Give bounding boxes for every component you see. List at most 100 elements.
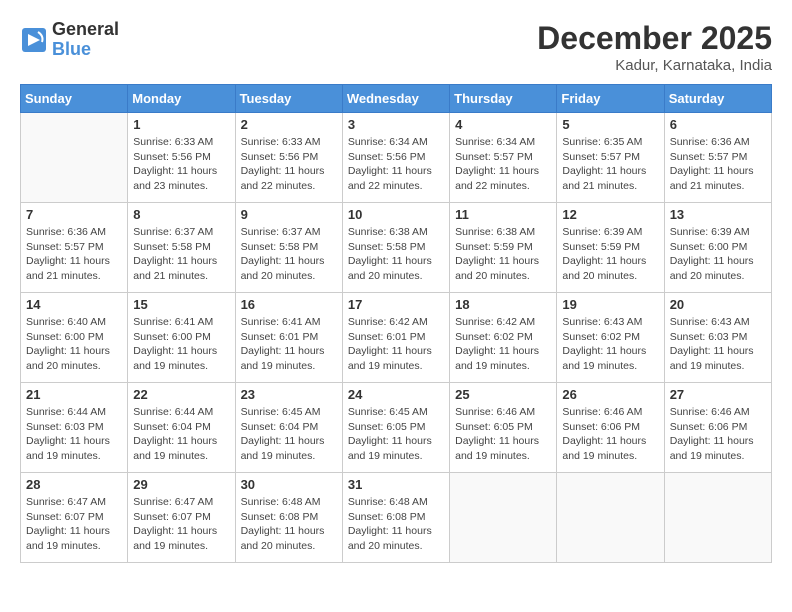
day-cell: 14 Sunrise: 6:40 AM Sunset: 6:00 PM Dayli…: [21, 293, 128, 383]
day-number: 7: [26, 207, 122, 222]
day-info: Sunrise: 6:43 AM Sunset: 6:03 PM Dayligh…: [670, 315, 766, 374]
day-info: Sunrise: 6:48 AM Sunset: 6:08 PM Dayligh…: [241, 495, 337, 554]
calendar-table: SundayMondayTuesdayWednesdayThursdayFrid…: [20, 84, 772, 563]
day-cell: 12 Sunrise: 6:39 AM Sunset: 5:59 PM Dayli…: [557, 203, 664, 293]
weekday-header-saturday: Saturday: [664, 85, 771, 113]
location: Kadur, Karnataka, India: [537, 57, 772, 74]
day-number: 23: [241, 387, 337, 402]
day-info: Sunrise: 6:38 AM Sunset: 5:58 PM Dayligh…: [348, 225, 444, 284]
day-info: Sunrise: 6:48 AM Sunset: 6:08 PM Dayligh…: [348, 495, 444, 554]
day-info: Sunrise: 6:35 AM Sunset: 5:57 PM Dayligh…: [562, 135, 658, 194]
day-cell: 2 Sunrise: 6:33 AM Sunset: 5:56 PM Daylig…: [235, 113, 342, 203]
day-cell: 15Sunrise: 6:41 AM Sunset: 6:00 PM Dayli…: [128, 293, 235, 383]
day-number: 1: [133, 117, 229, 132]
day-cell: 4 Sunrise: 6:34 AM Sunset: 5:57 PM Daylig…: [450, 113, 557, 203]
day-info: Sunrise: 6:42 AM Sunset: 6:01 PM Dayligh…: [348, 315, 444, 374]
day-cell: 7 Sunrise: 6:36 AM Sunset: 5:57 PM Daylig…: [21, 203, 128, 293]
day-cell: 1Sunrise: 6:33 AM Sunset: 5:56 PM Daylig…: [128, 113, 235, 203]
weekday-header-thursday: Thursday: [450, 85, 557, 113]
day-cell: 11 Sunrise: 6:38 AM Sunset: 5:59 PM Dayli…: [450, 203, 557, 293]
day-info: Sunrise: 6:36 AM Sunset: 5:57 PM Dayligh…: [670, 135, 766, 194]
day-number: 28: [26, 477, 122, 492]
day-cell: 23 Sunrise: 6:45 AM Sunset: 6:04 PM Dayli…: [235, 383, 342, 473]
day-info: Sunrise: 6:45 AM Sunset: 6:04 PM Dayligh…: [241, 405, 337, 464]
week-row-2: 7 Sunrise: 6:36 AM Sunset: 5:57 PM Daylig…: [21, 203, 772, 293]
day-number: 19: [562, 297, 658, 312]
day-cell: 13 Sunrise: 6:39 AM Sunset: 6:00 PM Dayli…: [664, 203, 771, 293]
week-row-4: 21Sunrise: 6:44 AM Sunset: 6:03 PM Dayli…: [21, 383, 772, 473]
day-cell: 29 Sunrise: 6:47 AM Sunset: 6:07 PM Dayli…: [128, 473, 235, 563]
day-number: 11: [455, 207, 551, 222]
page-header: General Blue December 2025 Kadur, Karnat…: [20, 20, 772, 74]
day-cell: 5 Sunrise: 6:35 AM Sunset: 5:57 PM Daylig…: [557, 113, 664, 203]
weekday-header-sunday: Sunday: [21, 85, 128, 113]
day-info: Sunrise: 6:33 AM Sunset: 5:56 PM Dayligh…: [241, 135, 337, 194]
day-cell: 16 Sunrise: 6:41 AM Sunset: 6:01 PM Dayli…: [235, 293, 342, 383]
day-number: 10: [348, 207, 444, 222]
day-cell: 8Sunrise: 6:37 AM Sunset: 5:58 PM Daylig…: [128, 203, 235, 293]
day-info: Sunrise: 6:38 AM Sunset: 5:59 PM Dayligh…: [455, 225, 551, 284]
weekday-header-tuesday: Tuesday: [235, 85, 342, 113]
day-info: Sunrise: 6:44 AM Sunset: 6:04 PM Dayligh…: [133, 405, 229, 464]
day-number: 12: [562, 207, 658, 222]
day-number: 29: [133, 477, 229, 492]
day-info: Sunrise: 6:45 AM Sunset: 6:05 PM Dayligh…: [348, 405, 444, 464]
day-cell: [21, 113, 128, 203]
weekday-header-wednesday: Wednesday: [342, 85, 449, 113]
day-info: Sunrise: 6:40 AM Sunset: 6:00 PM Dayligh…: [26, 315, 122, 374]
day-number: 18: [455, 297, 551, 312]
day-info: Sunrise: 6:39 AM Sunset: 6:00 PM Dayligh…: [670, 225, 766, 284]
logo-text: General Blue: [52, 20, 119, 60]
logo: General Blue: [20, 20, 119, 60]
day-cell: 22 Sunrise: 6:44 AM Sunset: 6:04 PM Dayli…: [128, 383, 235, 473]
day-number: 27: [670, 387, 766, 402]
day-info: Sunrise: 6:44 AM Sunset: 6:03 PM Dayligh…: [26, 405, 122, 464]
month-title: December 2025: [537, 20, 772, 57]
day-cell: 24 Sunrise: 6:45 AM Sunset: 6:05 PM Dayli…: [342, 383, 449, 473]
day-info: Sunrise: 6:39 AM Sunset: 5:59 PM Dayligh…: [562, 225, 658, 284]
day-info: Sunrise: 6:34 AM Sunset: 5:57 PM Dayligh…: [455, 135, 551, 194]
day-number: 30: [241, 477, 337, 492]
day-info: Sunrise: 6:36 AM Sunset: 5:57 PM Dayligh…: [26, 225, 122, 284]
day-number: 6: [670, 117, 766, 132]
title-block: December 2025 Kadur, Karnataka, India: [537, 20, 772, 74]
day-number: 31: [348, 477, 444, 492]
day-number: 2: [241, 117, 337, 132]
day-cell: 31 Sunrise: 6:48 AM Sunset: 6:08 PM Dayli…: [342, 473, 449, 563]
day-cell: 20 Sunrise: 6:43 AM Sunset: 6:03 PM Dayli…: [664, 293, 771, 383]
day-info: Sunrise: 6:46 AM Sunset: 6:06 PM Dayligh…: [670, 405, 766, 464]
day-number: 3: [348, 117, 444, 132]
day-cell: 19Sunrise: 6:43 AM Sunset: 6:02 PM Dayli…: [557, 293, 664, 383]
day-number: 26: [562, 387, 658, 402]
day-cell: 3Sunrise: 6:34 AM Sunset: 5:56 PM Daylig…: [342, 113, 449, 203]
day-cell: 9Sunrise: 6:37 AM Sunset: 5:58 PM Daylig…: [235, 203, 342, 293]
day-number: 24: [348, 387, 444, 402]
day-number: 25: [455, 387, 551, 402]
day-number: 16: [241, 297, 337, 312]
week-row-3: 14 Sunrise: 6:40 AM Sunset: 6:00 PM Dayli…: [21, 293, 772, 383]
day-number: 17: [348, 297, 444, 312]
day-number: 20: [670, 297, 766, 312]
day-cell: 6 Sunrise: 6:36 AM Sunset: 5:57 PM Daylig…: [664, 113, 771, 203]
day-cell: 18Sunrise: 6:42 AM Sunset: 6:02 PM Dayli…: [450, 293, 557, 383]
day-cell: 27 Sunrise: 6:46 AM Sunset: 6:06 PM Dayli…: [664, 383, 771, 473]
day-info: Sunrise: 6:41 AM Sunset: 6:01 PM Dayligh…: [241, 315, 337, 374]
day-info: Sunrise: 6:46 AM Sunset: 6:05 PM Dayligh…: [455, 405, 551, 464]
day-cell: 21Sunrise: 6:44 AM Sunset: 6:03 PM Dayli…: [21, 383, 128, 473]
weekday-header-friday: Friday: [557, 85, 664, 113]
day-info: Sunrise: 6:47 AM Sunset: 6:07 PM Dayligh…: [133, 495, 229, 554]
weekday-header-monday: Monday: [128, 85, 235, 113]
week-row-1: 1 Sunrise: 6:33 AM Sunset: 5:56 PM Daylig…: [21, 113, 772, 203]
day-cell: [664, 473, 771, 563]
day-number: 14: [26, 297, 122, 312]
day-cell: [557, 473, 664, 563]
day-cell: 25 Sunrise: 6:46 AM Sunset: 6:05 PM Dayli…: [450, 383, 557, 473]
day-number: 5: [562, 117, 658, 132]
day-number: 4: [455, 117, 551, 132]
week-row-5: 28 Sunrise: 6:47 AM Sunset: 6:07 PM Dayli…: [21, 473, 772, 563]
day-info: Sunrise: 6:46 AM Sunset: 6:06 PM Dayligh…: [562, 405, 658, 464]
day-cell: 28Sunrise: 6:47 AM Sunset: 6:07 PM Dayli…: [21, 473, 128, 563]
day-number: 13: [670, 207, 766, 222]
day-cell: 30 Sunrise: 6:48 AM Sunset: 6:08 PM Dayli…: [235, 473, 342, 563]
day-number: 22: [133, 387, 229, 402]
